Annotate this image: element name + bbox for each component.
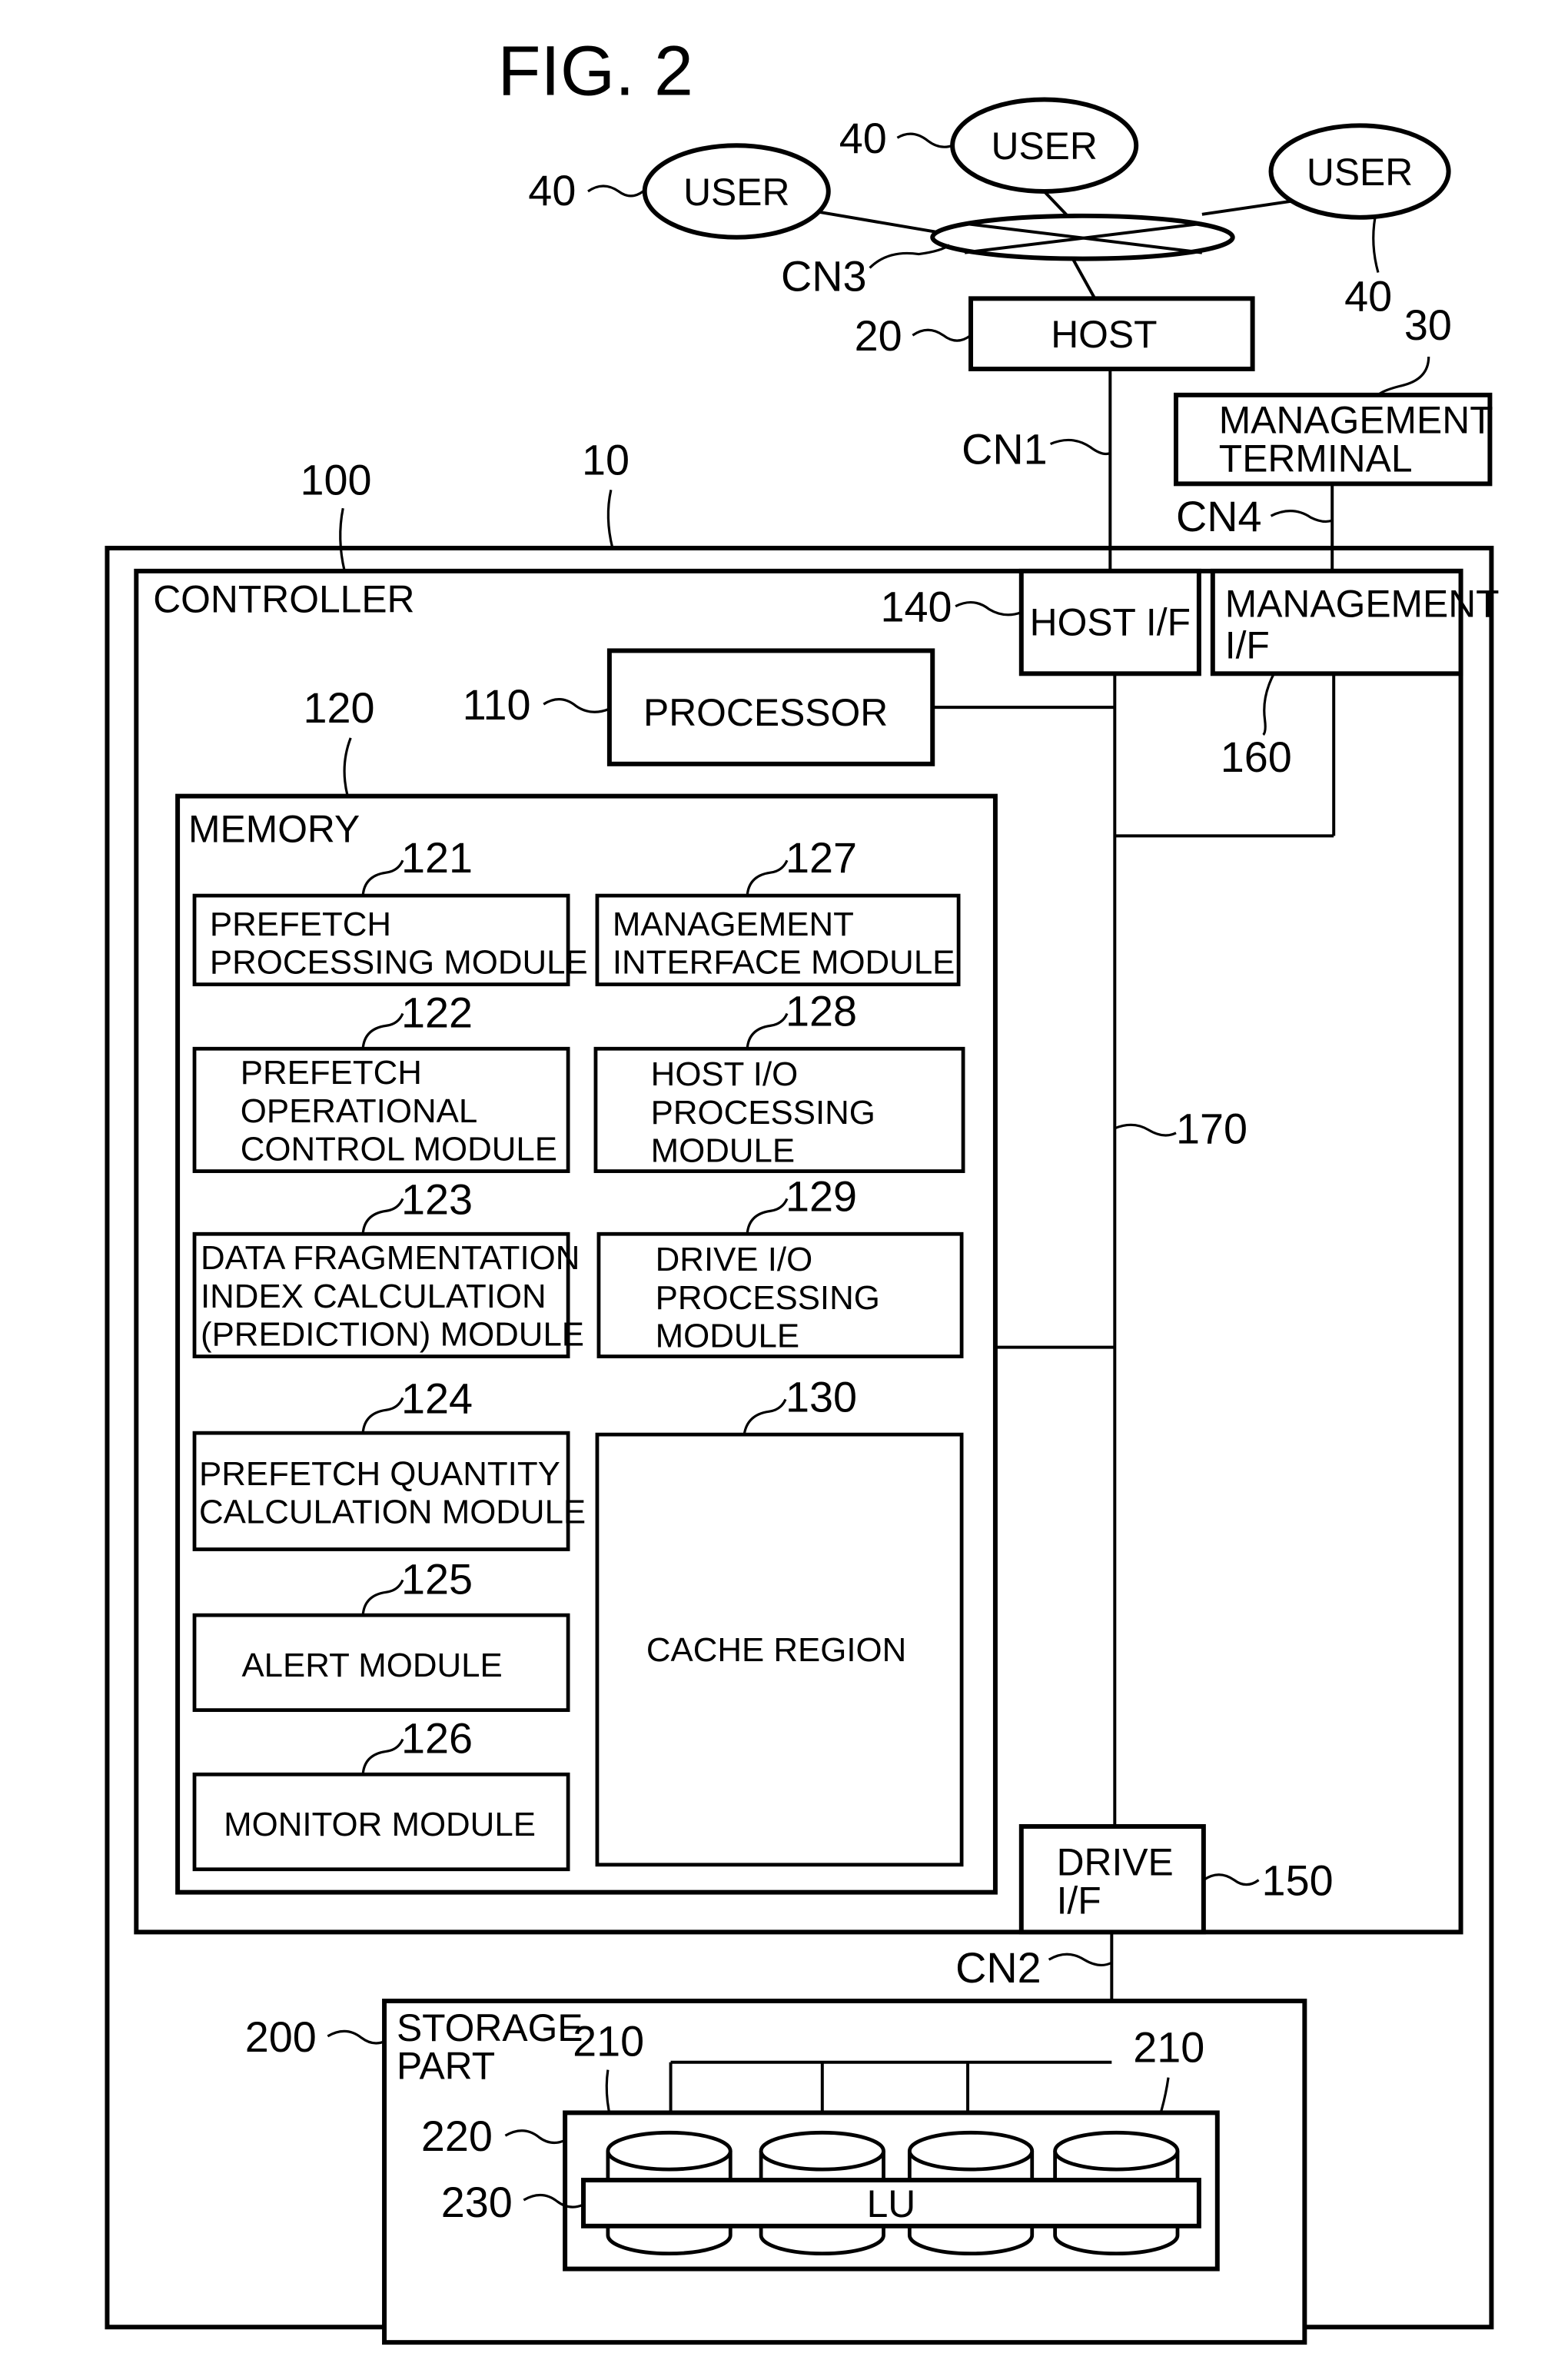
user-ref: 40 <box>839 115 887 162</box>
module-ref: 122 <box>401 989 473 1036</box>
module-line: PROCESSING <box>651 1094 875 1132</box>
leader-user <box>896 132 953 148</box>
module-line: PROCESSING <box>656 1279 880 1317</box>
user-node: USER 40 <box>839 97 1139 194</box>
module-line: MANAGEMENT <box>613 906 854 943</box>
memory-node: MEMORY 120 PREFETCH PROCESSING MODULE 12… <box>175 684 998 1895</box>
processor-label: PROCESSOR <box>643 691 888 734</box>
user-node: USER 40 <box>1268 123 1451 320</box>
module-line: MODULE <box>656 1318 799 1355</box>
storage-part: STORAGE PART 200 210 210 220 LU 230 <box>245 1999 1307 2345</box>
user-node: USER 40 <box>528 143 831 240</box>
module-line: MONITOR MODULE <box>224 1806 536 1843</box>
memory-ref: 120 <box>303 684 374 732</box>
drive-if-line: DRIVE <box>1057 1841 1174 1884</box>
leader-cn3 <box>869 244 951 269</box>
module-ref: 128 <box>786 987 857 1035</box>
user-ref: 40 <box>1344 272 1392 320</box>
module-line: CONTROL MODULE <box>241 1131 557 1168</box>
management-if-ref: 160 <box>1221 733 1292 781</box>
module-line: HOST I/O <box>651 1055 799 1093</box>
label-cn2: CN2 <box>955 1944 1041 1992</box>
link-user1-network <box>814 209 950 236</box>
management-if-line: I/F <box>1225 623 1270 666</box>
leader-cn4 <box>1270 510 1333 523</box>
label-cn3: CN3 <box>781 252 867 300</box>
module-line: PREFETCH <box>210 906 391 943</box>
module-line: (PREDICTION) MODULE <box>201 1316 584 1354</box>
cache-region: CACHE REGION 130 <box>595 1373 964 1867</box>
module-line: PREFETCH QUANTITY <box>199 1455 560 1493</box>
storage-part-line: STORAGE <box>397 2006 583 2049</box>
leader-host <box>912 328 972 342</box>
module-ref: 124 <box>401 1374 473 1422</box>
module-ref: 123 <box>401 1175 473 1223</box>
leader-cn1 <box>1050 438 1111 456</box>
module-line: OPERATIONAL <box>241 1092 477 1130</box>
management-terminal-line: MANAGEMENT <box>1219 399 1493 442</box>
module-ref: 127 <box>786 834 857 882</box>
module-line: PROCESSING MODULE <box>210 944 588 982</box>
bus-ref: 170 <box>1176 1105 1247 1153</box>
memory-label: MEMORY <box>188 807 360 850</box>
user-label: USER <box>1307 151 1413 194</box>
module-line: ALERT MODULE <box>241 1647 502 1684</box>
cache-region-label: CACHE REGION <box>646 1631 906 1669</box>
drive-ref: 210 <box>1133 2024 1204 2072</box>
module-ref: 121 <box>401 834 473 882</box>
leader-user <box>587 184 644 198</box>
module-line: INTERFACE MODULE <box>613 944 955 982</box>
user-label: USER <box>992 125 1098 168</box>
host-node: HOST 20 <box>855 296 1255 371</box>
storage-part-ref: 200 <box>245 2013 317 2061</box>
drive-if-line: I/F <box>1057 1879 1101 1923</box>
leader-management-terminal <box>1377 356 1430 397</box>
lu-label: LU <box>867 2182 916 2225</box>
management-terminal-ref: 30 <box>1404 301 1452 349</box>
host-label: HOST <box>1051 313 1157 356</box>
module-line: MODULE <box>651 1132 795 1170</box>
drive-ref: 210 <box>573 2018 644 2066</box>
user-label: USER <box>683 171 789 214</box>
host-if-label: HOST I/F <box>1030 601 1191 644</box>
host-ref: 20 <box>855 312 902 360</box>
figure-title: FIG. 2 <box>497 32 693 110</box>
module-line: DRIVE I/O <box>656 1241 813 1278</box>
module-ref: 129 <box>786 1172 857 1220</box>
leader-storage-system <box>606 489 614 549</box>
lu-ref: 230 <box>441 2179 513 2226</box>
management-terminal-line: TERMINAL <box>1219 437 1413 480</box>
module-line: CALCULATION MODULE <box>199 1494 586 1531</box>
module-line: INDEX CALCULATION <box>201 1278 546 1315</box>
label-cn1: CN1 <box>962 425 1048 473</box>
user-network: CN3 <box>781 187 1348 300</box>
module-ref: 125 <box>401 1555 473 1603</box>
label-cn4: CN4 <box>1176 493 1262 540</box>
controller-ref: 100 <box>300 456 371 504</box>
leader-user <box>1372 217 1380 273</box>
processor-ref: 110 <box>463 681 531 729</box>
controller-label: CONTROLLER <box>153 578 414 621</box>
host-if-ref: 140 <box>881 583 952 631</box>
block-diagram: FIG. 2 CN3 USER 40 USER 40 USER 40 HOST … <box>105 32 1500 2345</box>
module-line: DATA FRAGMENTATION <box>201 1239 580 1277</box>
storage-part-line: PART <box>397 2045 495 2088</box>
storage-system-ref: 10 <box>582 436 630 484</box>
module-line: PREFETCH <box>241 1054 422 1092</box>
user-ref: 40 <box>528 167 576 214</box>
cache-region-ref: 130 <box>786 1373 857 1421</box>
module-ref: 126 <box>401 1714 473 1762</box>
management-if-line: MANAGEMENT <box>1225 583 1500 626</box>
raid-group-ref: 220 <box>421 2112 493 2160</box>
link-network-host <box>1070 256 1097 300</box>
drive-if-ref: 150 <box>1262 1857 1334 1905</box>
